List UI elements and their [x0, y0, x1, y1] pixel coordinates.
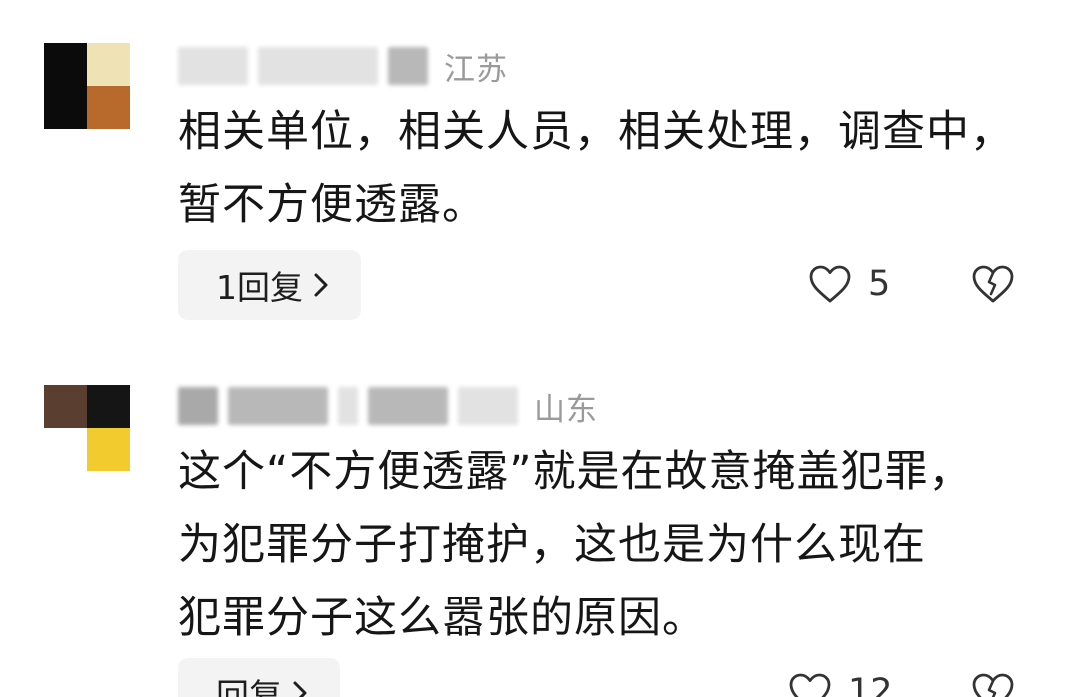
replies-button-label: 1回复: [216, 268, 303, 307]
comment-text-line: 为犯罪分子打掩护，这也是为什么现在: [178, 520, 926, 570]
blurred-timestamp: [388, 47, 428, 85]
like-count: 5: [868, 264, 891, 304]
replies-button-label: 回复: [216, 676, 282, 697]
comment-item: 山东 这个“不方便透露”就是在故意掩盖犯罪， 为犯罪分子打掩护，这也是为什么现在…: [0, 340, 1080, 697]
blurred-timestamp: [258, 47, 378, 85]
comment-meta: 山东: [178, 384, 598, 428]
comment-meta: 江苏: [178, 44, 508, 88]
avatar[interactable]: [44, 385, 130, 471]
heart-outline-icon: [788, 672, 832, 697]
comment-list: 江苏 相关单位，相关人员，相关处理，调查中， 暂不方便透露。 1回复 5 山东 …: [0, 0, 1080, 697]
like-count: 12: [848, 672, 893, 697]
like-button[interactable]: 12: [788, 672, 893, 697]
comment-text-line: 犯罪分子这么嚣张的原因。: [178, 593, 706, 643]
broken-heart-icon: [970, 672, 1016, 697]
replies-button[interactable]: 回复: [178, 658, 340, 697]
blurred-username: [178, 47, 248, 85]
replies-button[interactable]: 1回复: [178, 250, 361, 320]
comment-item: 江苏 相关单位，相关人员，相关处理，调查中， 暂不方便透露。 1回复 5: [0, 0, 1080, 340]
blurred-timestamp: [368, 387, 448, 425]
chevron-right-icon: [292, 680, 308, 697]
blurred-username: [338, 387, 358, 425]
location-label: 山东: [534, 391, 598, 428]
comment-text: 这个“不方便透露”就是在故意掩盖犯罪， 为犯罪分子打掩护，这也是为什么现在 犯罪…: [178, 436, 1038, 655]
avatar[interactable]: [44, 43, 130, 129]
heart-outline-icon: [808, 264, 852, 304]
dislike-button[interactable]: [970, 672, 1016, 697]
blurred-username: [178, 387, 218, 425]
blurred-username: [228, 387, 328, 425]
broken-heart-icon: [970, 264, 1016, 304]
location-label: 江苏: [444, 51, 508, 88]
like-button[interactable]: 5: [808, 264, 890, 304]
comment-text-line: 相关单位，相关人员，相关处理，调查中，: [178, 107, 1014, 157]
comment-text-line: 这个“不方便透露”就是在故意掩盖犯罪，: [178, 447, 973, 497]
chevron-right-icon: [313, 272, 329, 298]
blurred-timestamp: [458, 387, 518, 425]
comment-text-line: 暂不方便透露。: [178, 180, 486, 230]
dislike-button[interactable]: [970, 264, 1016, 304]
comment-text: 相关单位，相关人员，相关处理，调查中， 暂不方便透露。: [178, 96, 1038, 242]
